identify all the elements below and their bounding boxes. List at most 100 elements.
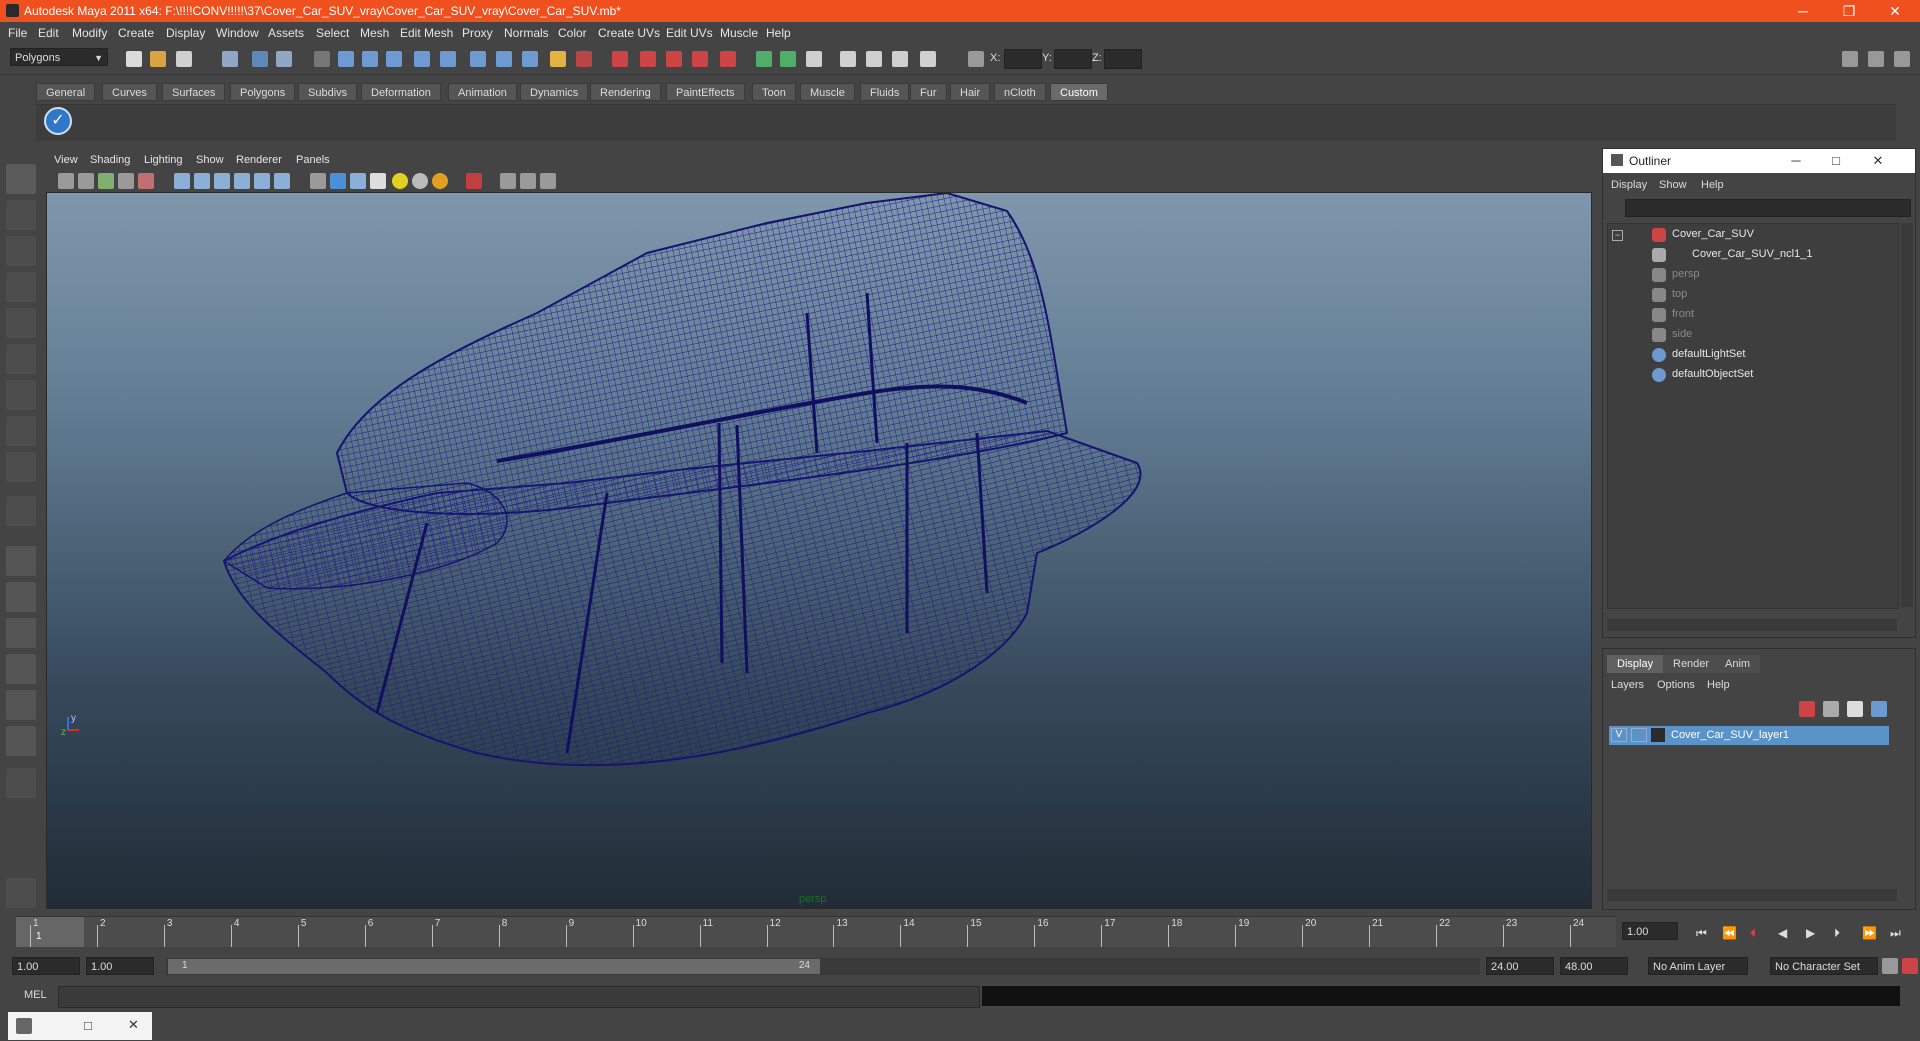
outliner-filter-field[interactable] [1625, 199, 1911, 217]
graph-persp-layout-icon[interactable] [6, 654, 36, 684]
lasso-tool-icon[interactable] [6, 200, 36, 230]
outliner-menu-show[interactable]: Show [1659, 179, 1687, 191]
minimized-maximize-icon[interactable]: □ [84, 1018, 92, 1033]
layer-row[interactable]: V Cover_Car_SUV_layer1 [1609, 726, 1889, 745]
menu-help[interactable]: Help [766, 26, 791, 40]
scale-tool-icon[interactable] [6, 344, 36, 374]
shelf-tab-animation[interactable]: Animation [448, 83, 517, 101]
restore-button[interactable]: ❐ [1826, 0, 1872, 22]
open-scene-icon[interactable] [150, 51, 166, 67]
cloth-covered-suv-wireframe[interactable] [47, 193, 1592, 909]
layer-menu-help[interactable]: Help [1707, 679, 1730, 691]
outliner-item[interactable]: top [1672, 288, 1687, 300]
snap-live-icon[interactable] [470, 51, 486, 67]
film-gate-icon[interactable] [194, 173, 210, 189]
render-view-icon[interactable] [720, 51, 736, 67]
manipulator-tool-icon[interactable] [6, 380, 36, 410]
attribute-editor-icon[interactable] [756, 51, 772, 67]
minimized-window[interactable]: □ ✕ [8, 1012, 152, 1040]
menu-select[interactable]: Select [316, 26, 349, 40]
camera-attr-icon[interactable] [78, 173, 94, 189]
grid-toggle-icon[interactable] [174, 173, 190, 189]
vp-menu-lighting[interactable]: Lighting [144, 154, 183, 166]
toggle-tool-settings-icon[interactable] [1868, 51, 1884, 67]
mel-label[interactable]: MEL [24, 989, 47, 1001]
ipr-render-icon[interactable] [640, 51, 656, 67]
anim-start-field[interactable]: 1.00 [12, 957, 80, 975]
toggle-attribute-editor-icon[interactable] [1842, 51, 1858, 67]
history-icon[interactable] [496, 51, 512, 67]
close-button[interactable]: ✕ [1872, 0, 1918, 22]
menu-edit[interactable]: Edit [38, 26, 59, 40]
help-icon[interactable] [522, 51, 538, 67]
resolution-icon[interactable] [520, 173, 536, 189]
menu-window[interactable]: Window [216, 26, 259, 40]
outliner-menu-display[interactable]: Display [1611, 179, 1647, 191]
go-to-start-icon[interactable]: ⏮ [1696, 926, 1707, 941]
layer-horizontal-scrollbar[interactable] [1607, 889, 1897, 901]
outliner-item[interactable]: side [1672, 328, 1692, 340]
smooth-shade-icon[interactable] [330, 173, 346, 189]
menu-edit-uvs[interactable]: Edit UVs [666, 26, 713, 40]
outliner-horizontal-scrollbar[interactable] [1607, 619, 1897, 631]
menu-create-uvs[interactable]: Create UVs [598, 26, 660, 40]
menu-modify[interactable]: Modify [72, 26, 107, 40]
camera-view-icon[interactable] [840, 51, 856, 67]
tool-settings-icon[interactable] [780, 51, 796, 67]
hypershade-icon[interactable] [692, 51, 708, 67]
hypershade-persp-layout-icon[interactable] [6, 690, 36, 720]
snap-point-icon[interactable] [386, 51, 402, 67]
input-ops-icon[interactable] [576, 51, 592, 67]
menu-create[interactable]: Create [118, 26, 154, 40]
z-field[interactable] [1104, 49, 1142, 69]
textured-icon[interactable] [370, 173, 386, 189]
collapse-icon[interactable]: − [1612, 230, 1623, 241]
current-time-field[interactable]: 1.00 [1622, 922, 1678, 940]
go-to-end-icon[interactable]: ⏭ [1890, 926, 1901, 941]
shelf-tab-surfaces[interactable]: Surfaces [162, 83, 226, 101]
paint-select-tool-icon[interactable] [6, 236, 36, 266]
vp-menu-panels[interactable]: Panels [296, 154, 330, 166]
new-layer-icon[interactable] [1799, 701, 1815, 717]
select-object-icon[interactable] [252, 51, 268, 67]
step-back-key-icon[interactable]: ⏪ [1722, 926, 1737, 940]
menu-color[interactable]: Color [558, 26, 587, 40]
layer-move-icon[interactable] [1871, 701, 1887, 717]
menu-file[interactable]: File [8, 26, 27, 40]
x-field[interactable] [1004, 49, 1042, 69]
shelf-tab-fluids[interactable]: Fluids [860, 83, 910, 101]
step-back-frame-icon[interactable]: ⏴ [1750, 926, 1756, 941]
default-light-icon[interactable] [392, 173, 408, 189]
minimize-button[interactable]: ─ [1780, 0, 1826, 22]
all-lights-icon[interactable] [412, 173, 428, 189]
vp-menu-renderer[interactable]: Renderer [236, 154, 282, 166]
render-frame-icon[interactable] [612, 51, 628, 67]
menu-proxy[interactable]: Proxy [462, 26, 493, 40]
lock-icon[interactable] [550, 51, 566, 67]
layer-playback-toggle[interactable] [1631, 728, 1647, 742]
shelf-tab-muscle[interactable]: Muscle [800, 83, 855, 101]
last-tool-icon[interactable] [6, 496, 36, 526]
isolate-select-icon[interactable] [466, 173, 482, 189]
xray-icon[interactable] [138, 173, 154, 189]
rotate-tool-icon[interactable] [6, 308, 36, 338]
image-plane-icon[interactable] [118, 173, 134, 189]
outliner-item[interactable]: defaultLightSet [1672, 348, 1745, 360]
outliner-item[interactable]: persp [1672, 268, 1700, 280]
layer-menu-layers[interactable]: Layers [1611, 679, 1644, 691]
outliner-menu-help[interactable]: Help [1701, 179, 1724, 191]
show-manipulator-icon[interactable] [6, 452, 36, 482]
outliner-maximize-button[interactable]: □ [1819, 151, 1853, 171]
snapshot-icon[interactable] [892, 51, 908, 67]
anim-end-field[interactable]: 48.00 [1560, 957, 1628, 975]
character-set-dropdown[interactable]: No Character Set [1770, 957, 1878, 975]
display-component-icon[interactable] [500, 173, 516, 189]
shelf-tab-polygons[interactable]: Polygons [230, 83, 296, 101]
select-hierarchy-icon[interactable] [222, 51, 238, 67]
shelf-tab-deformation[interactable]: Deformation [361, 83, 441, 101]
shelf-tab-subdivs[interactable]: Subdivs [298, 83, 358, 101]
layer-name[interactable]: Cover_Car_SUV_layer1 [1671, 729, 1789, 741]
range-slider[interactable]: 1 24 [166, 958, 1480, 975]
four-pane-layout-icon[interactable] [6, 582, 36, 612]
viewport-persp[interactable]: y z persp [46, 192, 1592, 909]
